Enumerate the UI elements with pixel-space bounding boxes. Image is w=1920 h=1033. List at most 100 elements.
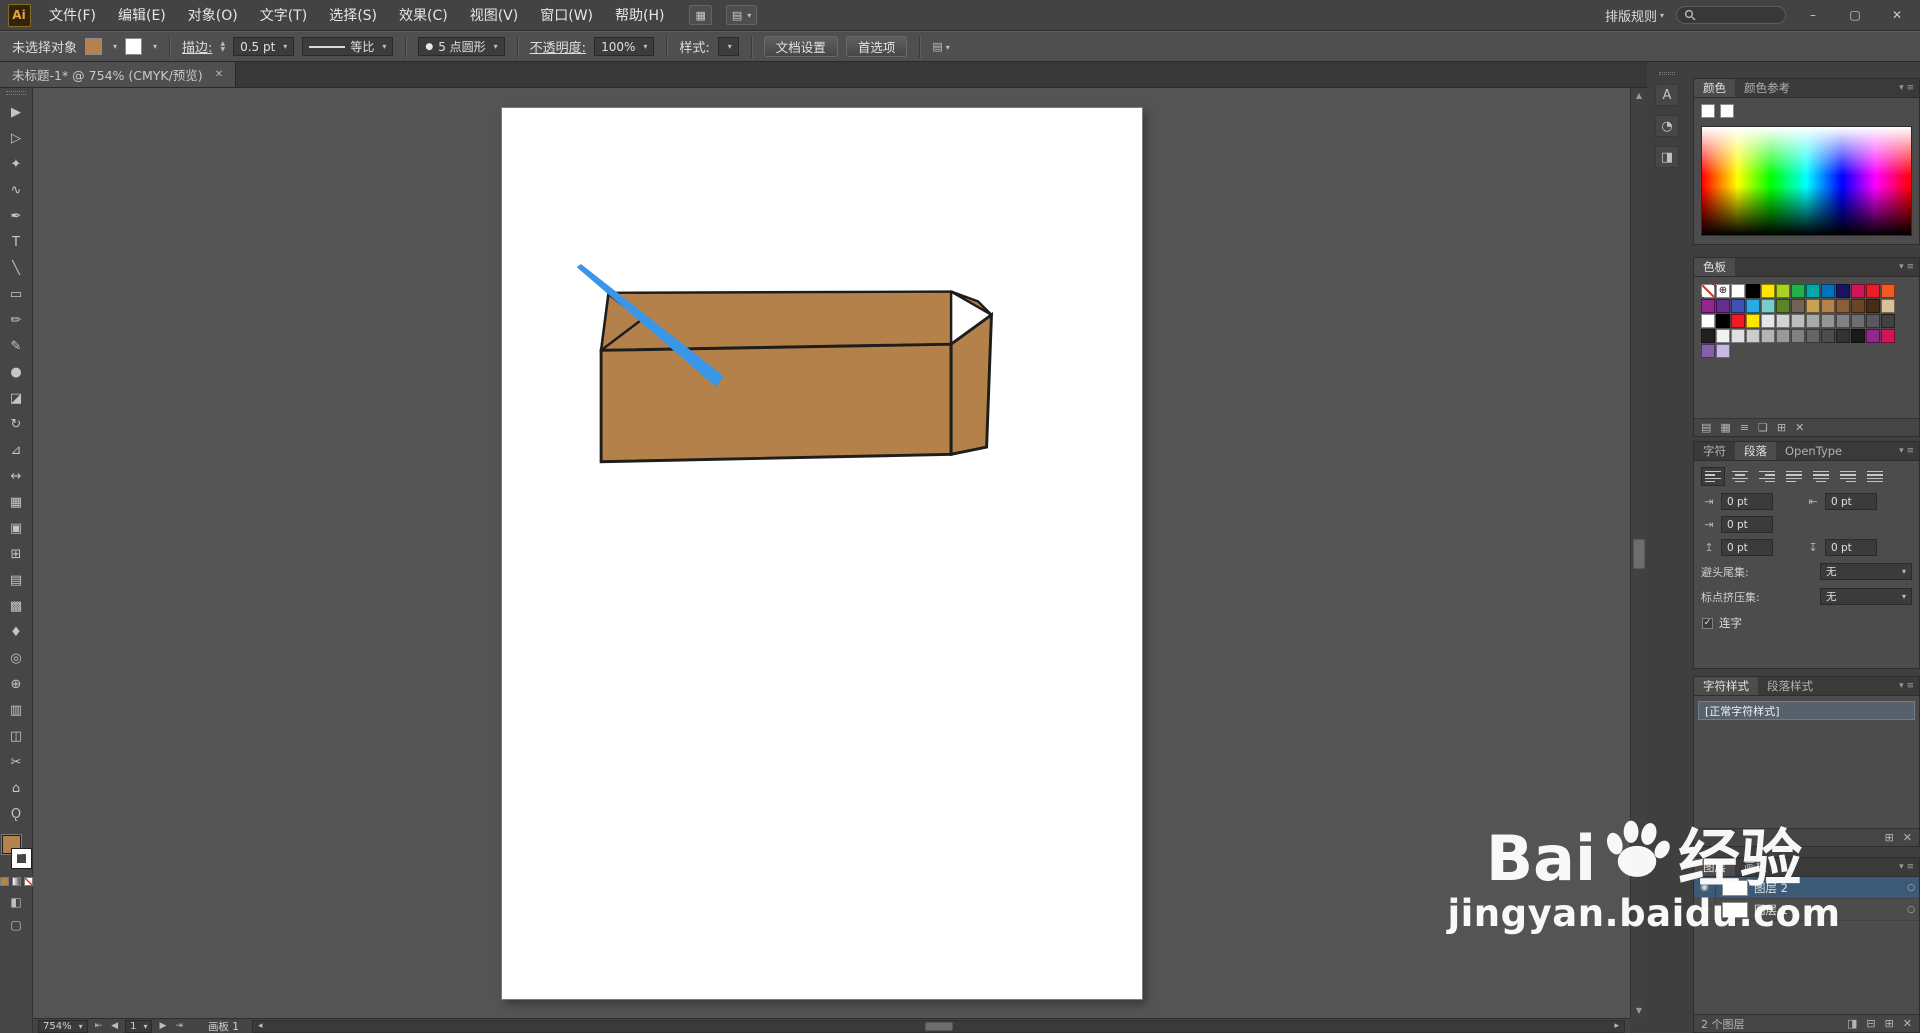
fill-stroke-indicator[interactable] <box>1 835 32 869</box>
justify-last-right-button[interactable] <box>1836 467 1860 486</box>
style-dropdown[interactable]: ▾ <box>717 37 739 56</box>
menubar-menu-3[interactable]: 文字(T) <box>249 0 318 30</box>
color-spectrum[interactable] <box>1701 126 1912 236</box>
stroke-color-swatch[interactable] <box>125 38 143 55</box>
align-right-button[interactable] <box>1755 467 1779 486</box>
menubar-menu-1[interactable]: 编辑(E) <box>107 0 177 30</box>
color-button[interactable] <box>0 877 9 886</box>
canvas[interactable] <box>33 88 1630 1018</box>
stroke-panel-link[interactable]: 描边: <box>182 37 212 56</box>
swatch[interactable] <box>1761 284 1775 298</box>
panel-menu-icon[interactable]: ▾ ≡ <box>1899 79 1919 97</box>
perspective-grid-tool[interactable]: ⊞ <box>3 541 30 567</box>
swatches-panel-icon[interactable]: ◨ <box>1655 146 1679 168</box>
swatch[interactable] <box>1851 314 1865 328</box>
rotate-tool[interactable]: ↻ <box>3 411 30 437</box>
opacity-panel-link[interactable]: 不透明度: <box>530 37 586 56</box>
scale-tool[interactable]: ⊿ <box>3 437 30 463</box>
drawing-mode-icon[interactable]: ◧ <box>10 895 21 909</box>
color-guide-panel-icon[interactable]: ◔ <box>1655 115 1679 137</box>
document-setup-button[interactable]: 文档设置 <box>763 36 838 57</box>
swatch[interactable] <box>1881 314 1895 328</box>
none-button[interactable] <box>23 877 33 886</box>
swatch[interactable] <box>1776 314 1790 328</box>
width-profile-dropdown[interactable]: 等比 ▾ <box>302 37 394 56</box>
swatch[interactable] <box>1836 284 1850 298</box>
layer-row[interactable]: ◉ 图层 2 ○ <box>1694 877 1919 899</box>
blend-tool[interactable]: ◎ <box>3 645 30 671</box>
swatch[interactable] <box>1791 314 1805 328</box>
scroll-left-icon[interactable]: ◂ <box>256 1021 265 1031</box>
hand-tool[interactable]: ⌂ <box>3 775 30 801</box>
panel-menu-icon[interactable]: ▾ ≡ <box>1899 258 1919 276</box>
gradient-tool[interactable]: ▩ <box>3 593 30 619</box>
pen-tool[interactable]: ✒ <box>3 203 30 229</box>
swatch[interactable] <box>1866 329 1880 343</box>
layer-visibility-icon[interactable]: ◉ <box>1694 877 1716 898</box>
swatch[interactable] <box>1716 329 1730 343</box>
artboard-number-dropdown[interactable]: 1 ▾ <box>125 1019 153 1033</box>
minimize-button[interactable]: – <box>1798 5 1828 25</box>
swatch[interactable] <box>1791 299 1805 313</box>
swatch[interactable] <box>1731 314 1745 328</box>
artboard[interactable] <box>502 108 1142 999</box>
swatch[interactable] <box>1806 314 1820 328</box>
mesh-tool[interactable]: ▤ <box>3 567 30 593</box>
menubar-menu-0[interactable]: 文件(F) <box>38 0 107 30</box>
gradient-button[interactable] <box>11 877 21 886</box>
swatch[interactable] <box>1716 299 1730 313</box>
close-button[interactable]: ✕ <box>1882 5 1912 25</box>
menubar-menu-6[interactable]: 视图(V) <box>459 0 530 30</box>
scroll-up-icon[interactable]: ▲ <box>1631 88 1647 103</box>
make-clipping-mask-icon[interactable]: ◨ <box>1847 1017 1857 1030</box>
swatch[interactable] <box>1731 299 1745 313</box>
swatch[interactable] <box>1851 284 1865 298</box>
tab-artboards[interactable]: 画板 <box>1735 858 1776 876</box>
symbol-sprayer-tool[interactable]: ⊕ <box>3 671 30 697</box>
swatch[interactable] <box>1746 299 1760 313</box>
swatch[interactable] <box>1806 284 1820 298</box>
right-indent-field[interactable]: 0 pt <box>1825 493 1877 510</box>
vertical-scroll-thumb[interactable] <box>1633 539 1645 569</box>
swatch[interactable] <box>1836 329 1850 343</box>
swatch[interactable] <box>1791 284 1805 298</box>
maximize-button[interactable]: ▢ <box>1840 5 1870 25</box>
shape-builder-tool[interactable]: ▣ <box>3 515 30 541</box>
toolbar-stroke-swatch[interactable] <box>11 848 32 869</box>
arrange-documents-button[interactable]: ▦ <box>689 5 712 25</box>
swatch[interactable] <box>1761 299 1775 313</box>
box-front-face[interactable] <box>599 342 953 464</box>
character-panel-icon[interactable]: A <box>1655 84 1679 106</box>
eraser-tool[interactable]: ◪ <box>3 385 30 411</box>
swatch[interactable] <box>1716 344 1730 358</box>
new-layer-icon[interactable]: ⊞ <box>1885 1017 1894 1030</box>
justify-last-left-button[interactable] <box>1782 467 1806 486</box>
swatch[interactable] <box>1836 314 1850 328</box>
eyedropper-tool[interactable]: ♦ <box>3 619 30 645</box>
lasso-tool[interactable]: ∿ <box>3 177 30 203</box>
left-indent-field[interactable]: 0 pt <box>1721 493 1773 510</box>
preferences-button[interactable]: 首选项 <box>845 36 908 57</box>
tab-character-styles[interactable]: 字符样式 <box>1694 677 1758 695</box>
swatch[interactable] <box>1701 344 1715 358</box>
swatch[interactable] <box>1821 299 1835 313</box>
scroll-right-icon[interactable]: ▸ <box>1612 1021 1621 1031</box>
swatch[interactable] <box>1701 329 1715 343</box>
line-segment-tool[interactable]: ╲ <box>3 255 30 281</box>
color-fill-chip[interactable] <box>1701 104 1715 118</box>
swatch[interactable] <box>1701 284 1715 298</box>
swatch[interactable] <box>1746 329 1760 343</box>
box-back-panel[interactable] <box>599 290 953 352</box>
tab-color[interactable]: 颜色 <box>1694 79 1735 97</box>
tab-color-guide[interactable]: 颜色参考 <box>1735 79 1799 97</box>
control-panel-menu-icon[interactable]: ▤ ▾ <box>932 40 949 53</box>
tab-swatches[interactable]: 色板 <box>1694 258 1735 276</box>
swatch[interactable] <box>1701 299 1715 313</box>
swatch[interactable] <box>1806 299 1820 313</box>
tab-paragraph[interactable]: 段落 <box>1735 442 1776 460</box>
swatch[interactable] <box>1746 284 1760 298</box>
brush-definition-dropdown[interactable]: ● 5 点圆形 ▾ <box>418 37 505 56</box>
layer-target-icon[interactable]: ○ <box>1903 883 1919 893</box>
previous-artboard-button[interactable]: ◀ <box>109 1021 120 1031</box>
swatch[interactable]: ⊕ <box>1716 284 1730 298</box>
